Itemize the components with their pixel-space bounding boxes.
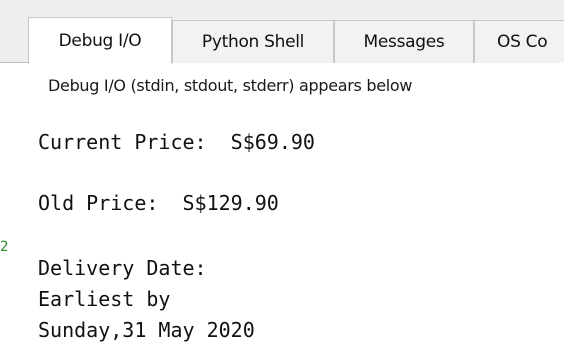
gutter-line-marker: 2: [0, 239, 9, 255]
output-line: Current Price: S$69.90: [38, 130, 315, 154]
tab-messages[interactable]: Messages: [334, 20, 474, 63]
tool-panel-tab-bar: Debug I/O Python Shell Messages OS Co: [0, 0, 564, 64]
debug-io-caption: Debug I/O (stdin, stdout, stderr) appear…: [48, 76, 413, 95]
output-line: Sunday,31 May 2020: [38, 318, 255, 342]
tab-python-shell[interactable]: Python Shell: [172, 20, 334, 63]
output-line: Earliest by: [38, 287, 171, 311]
tab-os-commands[interactable]: OS Co: [474, 20, 564, 63]
tab-debug-io[interactable]: Debug I/O: [28, 17, 172, 64]
output-line: Old Price: S$129.90: [38, 191, 279, 215]
output-line: Delivery Date:: [38, 256, 207, 280]
